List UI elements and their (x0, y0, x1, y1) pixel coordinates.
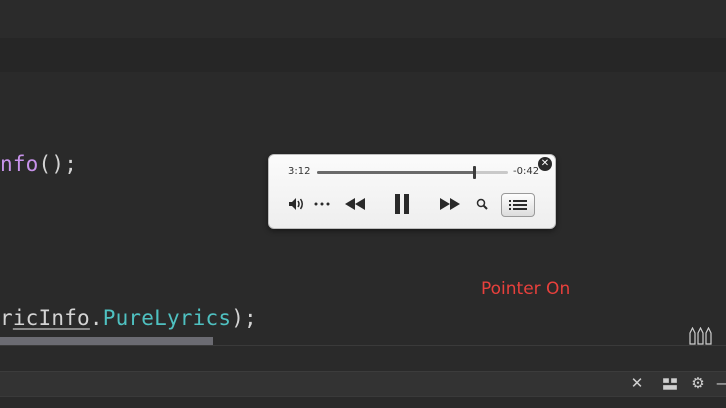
member-name: PureLyrics (102, 306, 232, 330)
mini-player: 3:12 -0:42 ✕ (268, 154, 556, 229)
more-icon[interactable] (312, 193, 332, 215)
status-strip (0, 346, 726, 371)
variable-name: icInfo (12, 306, 90, 330)
method-name: nfo (0, 152, 39, 176)
elapsed-time: 3:12 (288, 166, 311, 177)
progress-fill (317, 171, 474, 174)
close-icon[interactable]: ✕ (629, 375, 645, 391)
progress-knob[interactable] (472, 166, 476, 179)
pause-icon[interactable] (390, 193, 414, 215)
layout-icon[interactable] (662, 376, 678, 392)
fast-forward-icon[interactable] (437, 193, 463, 215)
pointer-status-label: Pointer On (481, 279, 571, 299)
editor-tab-band (0, 38, 726, 72)
horizontal-scrollbar[interactable] (0, 337, 213, 345)
code-line-1: nfo(); (0, 152, 77, 176)
gear-icon[interactable]: ⚙ (690, 375, 706, 391)
minimize-icon[interactable]: — (716, 375, 726, 391)
remaining-time: -0:42 (513, 166, 540, 177)
search-icon[interactable] (474, 193, 490, 215)
code-dot: . (89, 306, 103, 330)
close-icon[interactable]: ✕ (538, 157, 552, 171)
code-prefix: r (0, 306, 13, 330)
rewind-icon[interactable] (342, 193, 368, 215)
volume-icon[interactable] (287, 193, 307, 215)
pencils-icon (689, 327, 712, 345)
playlist-icon[interactable] (501, 193, 535, 217)
editor-top-band (0, 0, 726, 38)
code-punct: (); (38, 152, 78, 176)
progress-bar[interactable] (317, 166, 508, 179)
code-line-2: ricInfo.PureLyrics); (0, 306, 257, 330)
bottom-panel (0, 396, 726, 408)
code-punct-2: ); (231, 306, 257, 330)
bottom-panel-toolbar (0, 371, 726, 396)
